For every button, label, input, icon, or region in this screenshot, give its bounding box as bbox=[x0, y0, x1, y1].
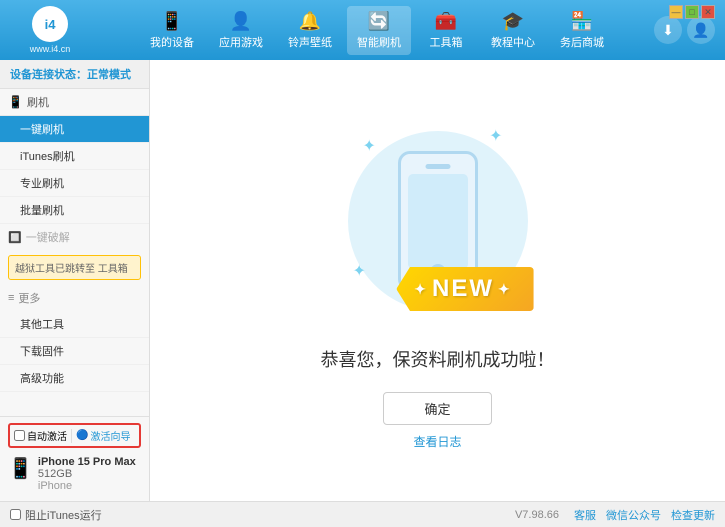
footer-stop-itunes: 阻止iTunes运行 bbox=[10, 507, 102, 523]
jailbreak-section-header: 🔲 一键破解 bbox=[0, 224, 149, 250]
auto-activate-checkbox[interactable]: 自动激活 bbox=[14, 428, 67, 443]
success-illustration: ✦ ✦ ✦ ✦ NEW ✦ bbox=[328, 111, 548, 331]
success-text: 恭喜您，保资料刷机成功啦！ bbox=[321, 346, 555, 372]
main-layout: 设备连接状态：正常模式 📱 刷机 一键刷机 iTunes刷机 专业刷机 批量刷机… bbox=[0, 60, 725, 501]
flash-section-icon: 📱 bbox=[8, 95, 23, 109]
user-button[interactable]: 👤 bbox=[687, 16, 715, 44]
nav-ringtone[interactable]: 🔔 铃声壁纸 bbox=[278, 6, 342, 55]
phone-screen bbox=[408, 174, 468, 269]
nav-smart-flash-label: 智能刷机 bbox=[357, 34, 401, 50]
more-icon: ≡ bbox=[8, 292, 14, 304]
device-storage: 512GB bbox=[38, 468, 136, 480]
header: i4 www.i4.cn 📱 我的设备 👤 应用游戏 🔔 铃声壁纸 🔄 智能刷机 bbox=[0, 0, 725, 60]
my-device-icon: 📱 bbox=[161, 11, 183, 32]
other-tools-label: 其他工具 bbox=[20, 319, 64, 331]
service-icon: 🏪 bbox=[571, 11, 593, 32]
sidebar-pro-flash[interactable]: 专业刷机 bbox=[0, 170, 149, 197]
sparkle-3: ✦ bbox=[353, 261, 366, 281]
nav-tutorial[interactable]: 🎓 教程中心 bbox=[481, 6, 545, 55]
footer-check-update-link[interactable]: 检查更新 bbox=[671, 507, 715, 523]
nav-bar: 📱 我的设备 👤 应用游戏 🔔 铃声壁纸 🔄 智能刷机 🧰 工具箱 🎓 bbox=[100, 6, 654, 55]
nav-service-label: 务后商城 bbox=[560, 34, 604, 50]
one-click-flash-label: 一键刷机 bbox=[20, 124, 64, 136]
sidebar-download-firmware[interactable]: 下载固件 bbox=[0, 338, 149, 365]
footer-version: V7.98.66 bbox=[515, 509, 559, 521]
device-info: 📱 iPhone 15 Pro Max 512GB iPhone bbox=[8, 453, 141, 495]
maximize-button[interactable]: □ bbox=[685, 5, 699, 19]
sidebar: 设备连接状态：正常模式 📱 刷机 一键刷机 iTunes刷机 专业刷机 批量刷机… bbox=[0, 60, 150, 501]
sidebar-advanced[interactable]: 高级功能 bbox=[0, 365, 149, 392]
window-controls: — □ ✕ bbox=[669, 5, 715, 19]
batch-flash-label: 批量刷机 bbox=[20, 205, 64, 217]
jailbreak-section-label: 一键破解 bbox=[26, 229, 70, 245]
jailbreak-notice: 越狱工具已跳转至 工具箱 bbox=[8, 255, 141, 280]
device-phone-icon: 📱 bbox=[8, 456, 33, 481]
device-section: 自动激活 🔵 激活向导 📱 iPhone 15 Pro Max 512GB iP… bbox=[0, 416, 149, 501]
download-firmware-label: 下载固件 bbox=[20, 346, 64, 358]
status-bar: 设备连接状态：正常模式 bbox=[0, 60, 149, 89]
ringtone-icon: 🔔 bbox=[299, 11, 321, 32]
nav-tutorial-label: 教程中心 bbox=[491, 34, 535, 50]
status-value: 正常模式 bbox=[87, 69, 131, 81]
pro-flash-label: 专业刷机 bbox=[20, 178, 64, 190]
nav-smart-flash[interactable]: 🔄 智能刷机 bbox=[347, 6, 411, 55]
sidebar-itunes-flash[interactable]: iTunes刷机 bbox=[0, 143, 149, 170]
nav-toolbox-label: 工具箱 bbox=[430, 34, 463, 50]
close-button[interactable]: ✕ bbox=[701, 5, 715, 19]
sidebar-other-tools[interactable]: 其他工具 bbox=[0, 311, 149, 338]
divider bbox=[71, 429, 72, 443]
device-type: iPhone bbox=[38, 480, 136, 492]
sidebar-one-click-flash[interactable]: 一键刷机 bbox=[0, 116, 149, 143]
auto-activate-input[interactable] bbox=[14, 430, 25, 441]
nav-my-device-label: 我的设备 bbox=[150, 34, 194, 50]
nav-service[interactable]: 🏪 务后商城 bbox=[550, 6, 614, 55]
logo-area: i4 www.i4.cn bbox=[10, 6, 90, 54]
phone-speaker bbox=[425, 164, 450, 169]
itunes-flash-label: iTunes刷机 bbox=[20, 151, 75, 163]
nav-app-games[interactable]: 👤 应用游戏 bbox=[209, 6, 273, 55]
status-label: 设备连接状态： bbox=[10, 69, 87, 81]
flash-section-label: 刷机 bbox=[27, 94, 49, 110]
stop-itunes-label: 阻止iTunes运行 bbox=[25, 507, 102, 523]
more-section-header: ≡ 更多 bbox=[0, 285, 149, 311]
auto-controls-box: 自动激活 🔵 激活向导 bbox=[8, 423, 141, 448]
sparkle-1: ✦ bbox=[363, 136, 376, 156]
new-badge: ✦ NEW ✦ bbox=[396, 267, 533, 311]
confirm-button[interactable]: 确定 bbox=[383, 392, 491, 425]
device-details: iPhone 15 Pro Max 512GB iPhone bbox=[38, 456, 136, 492]
footer-wechat-link[interactable]: 微信公众号 bbox=[606, 507, 661, 523]
nav-toolbox[interactable]: 🧰 工具箱 bbox=[416, 6, 476, 55]
nav-app-games-label: 应用游戏 bbox=[219, 34, 263, 50]
flash-section-header: 📱 刷机 bbox=[0, 89, 149, 116]
stop-itunes-checkbox[interactable] bbox=[10, 509, 21, 520]
auto-activate-label: 自动激活 bbox=[27, 428, 67, 443]
content-area: ✦ ✦ ✦ ✦ NEW ✦ bbox=[150, 60, 725, 501]
app-games-icon: 👤 bbox=[230, 11, 252, 32]
device-name: iPhone 15 Pro Max bbox=[38, 456, 136, 468]
nav-ringtone-label: 铃声壁纸 bbox=[288, 34, 332, 50]
footer-links: 客服 微信公众号 检查更新 bbox=[574, 507, 715, 523]
more-section-label: 更多 bbox=[18, 290, 40, 306]
new-ribbon-container: ✦ NEW ✦ bbox=[396, 267, 533, 311]
nav-my-device[interactable]: 📱 我的设备 bbox=[140, 6, 204, 55]
log-link[interactable]: 查看日志 bbox=[413, 433, 461, 450]
header-actions: ⬇ 👤 bbox=[654, 16, 715, 44]
footer-client-link[interactable]: 客服 bbox=[574, 507, 596, 523]
tutorial-icon: 🎓 bbox=[502, 11, 524, 32]
footer: 阻止iTunes运行 V7.98.66 客服 微信公众号 检查更新 bbox=[0, 501, 725, 527]
minimize-button[interactable]: — bbox=[669, 5, 683, 19]
download-button[interactable]: ⬇ bbox=[654, 16, 682, 44]
jailbreak-icon: 🔲 bbox=[8, 231, 22, 244]
smart-flash-icon: 🔄 bbox=[368, 11, 390, 32]
advanced-label: 高级功能 bbox=[20, 373, 64, 385]
toolbox-icon: 🧰 bbox=[435, 11, 457, 32]
sidebar-batch-flash[interactable]: 批量刷机 bbox=[0, 197, 149, 224]
sparkle-2: ✦ bbox=[489, 126, 502, 146]
logo-icon: i4 bbox=[32, 6, 68, 42]
logo-url: www.i4.cn bbox=[30, 44, 71, 54]
auto-guide-label: 激活向导 bbox=[90, 428, 130, 443]
auto-guide-link[interactable]: 🔵 激活向导 bbox=[76, 428, 130, 443]
